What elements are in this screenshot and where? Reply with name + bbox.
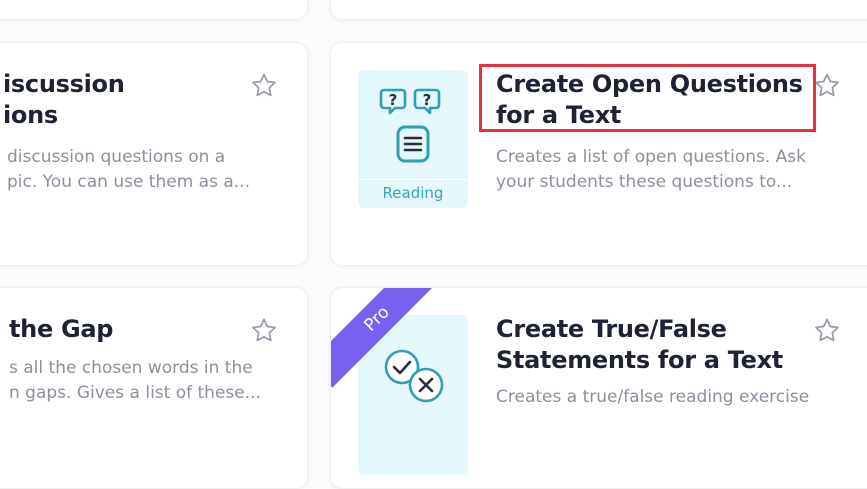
card-desc-line1: Creates a true/false reading exercise <box>496 387 810 407</box>
card-description: discussion questions on a pic. You can u… <box>7 145 250 195</box>
card-desc-line1: s all the chosen words in the <box>9 358 253 378</box>
card-desc-line1: Creates a list of open questions. Ask <box>496 147 807 167</box>
card-desc-line2: your students these questions to... <box>496 172 793 192</box>
card-description: Creates a true/false reading exercise <box>496 385 809 410</box>
card-fill-the-gap[interactable]: the Gap s all the chosen words in the n … <box>0 287 308 489</box>
tag-divider <box>358 179 468 180</box>
x-icon <box>408 367 444 403</box>
star-icon[interactable] <box>249 316 279 346</box>
card-title-line1: iscussion <box>3 70 125 98</box>
card-title: iscussion ions <box>3 69 125 131</box>
card-description: s all the chosen words in the n gaps. Gi… <box>9 356 261 406</box>
card-description: Creates a list of open questions. Ask yo… <box>496 145 806 195</box>
svg-text:?: ? <box>389 91 398 109</box>
svg-text:?: ? <box>423 91 432 109</box>
star-icon[interactable] <box>249 71 279 101</box>
card-top-left-partial[interactable] <box>0 0 308 20</box>
star-icon[interactable] <box>812 316 842 346</box>
category-tag-reading: Reading <box>382 184 444 202</box>
card-title-line2: ions <box>3 101 58 129</box>
card-true-false-statements[interactable]: Pro Create True/False Statements for a T… <box>330 287 867 489</box>
star-icon[interactable] <box>812 71 842 101</box>
card-title: the Gap <box>9 314 113 345</box>
card-top-right-partial[interactable] <box>330 0 867 20</box>
card-title: Create True/False Statements for a Text <box>496 314 783 376</box>
thumbnail-reading: ? ? Reading <box>358 70 468 208</box>
card-title-line1: the Gap <box>9 315 114 343</box>
card-title-line2: Statements for a Text <box>496 346 783 374</box>
card-desc-line2: pic. You can use them as a... <box>7 172 250 192</box>
card-discussion-questions[interactable]: iscussion ions discussion questions on a… <box>0 42 308 266</box>
card-desc-line2: n gaps. Gives a list of these... <box>9 383 261 403</box>
highlight-box <box>479 64 816 132</box>
document-icon <box>396 125 430 163</box>
card-desc-line1: discussion questions on a <box>7 147 226 167</box>
card-title-line1: Create True/False <box>496 315 727 343</box>
